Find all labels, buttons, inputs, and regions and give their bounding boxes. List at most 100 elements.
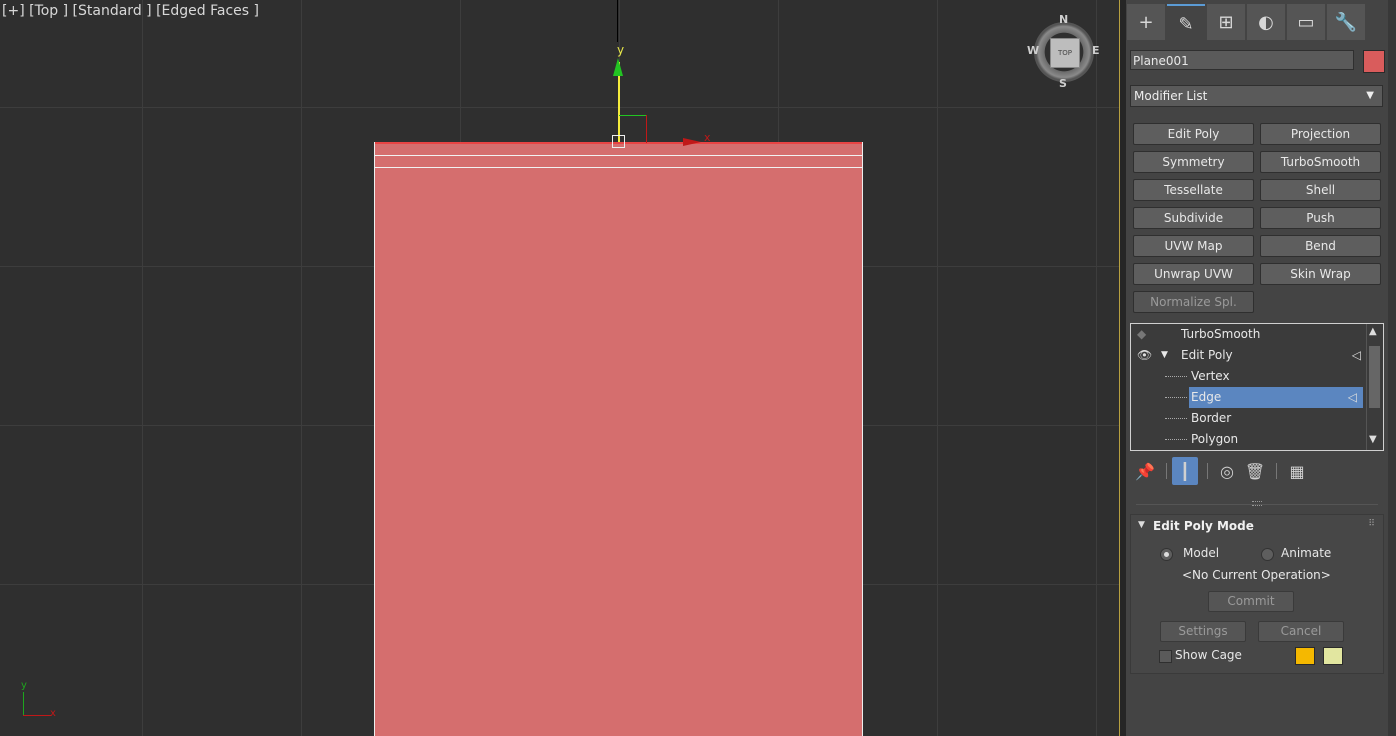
- selected-highlight: Edge ◁: [1189, 387, 1363, 408]
- cancel-button[interactable]: Cancel: [1258, 621, 1344, 642]
- settings-button[interactable]: Settings: [1160, 621, 1246, 642]
- modifier-list-dropdown[interactable]: Modifier List ▼: [1130, 85, 1383, 107]
- edge-line[interactable]: [375, 167, 862, 168]
- subdivide-button[interactable]: Subdivide: [1133, 207, 1254, 229]
- stack-toolbar: 📌 ┃ ◎ 🗑 ▦: [1130, 457, 1384, 487]
- gizmo-y-axis-line: [617, 0, 618, 42]
- tree-connector: [1165, 418, 1187, 419]
- stack-scrollbar[interactable]: ▲ ▼: [1366, 324, 1383, 450]
- push-button[interactable]: Push: [1260, 207, 1381, 229]
- modify-tab-icon[interactable]: ✎: [1167, 4, 1205, 42]
- expand-triangle-icon[interactable]: ▼: [1161, 345, 1168, 366]
- animate-radio[interactable]: [1261, 548, 1274, 561]
- tree-connector: [1165, 376, 1187, 377]
- object-name-field[interactable]: Plane001: [1130, 50, 1354, 70]
- unwrap-uvw-button[interactable]: Unwrap UVW: [1133, 263, 1254, 285]
- plane-object[interactable]: [374, 142, 863, 736]
- axis-tripod: y x: [20, 680, 60, 720]
- stack-subitem-vertex[interactable]: Vertex: [1131, 366, 1367, 387]
- viewport-label[interactable]: [+] [Top ] [Standard ] [Edged Faces ]: [2, 3, 259, 19]
- gizmo-y-label: y: [617, 43, 625, 57]
- edit-poly-button[interactable]: Edit Poly: [1133, 123, 1254, 145]
- modifier-stack[interactable]: ◆ TurboSmooth 👁 ▼ Edit Poly ◁ Vertex Edg…: [1130, 323, 1384, 451]
- move-gizmo-y-arrow[interactable]: [613, 58, 623, 76]
- stack-subitem-border[interactable]: Border: [1131, 408, 1367, 429]
- create-tab-icon[interactable]: +: [1127, 4, 1165, 40]
- utilities-tab-icon[interactable]: 🔧: [1327, 4, 1365, 40]
- tripod-y-label: y: [21, 680, 27, 691]
- show-cage-label[interactable]: Show Cage: [1175, 648, 1242, 662]
- configure-modifier-sets-icon[interactable]: ▦: [1284, 457, 1310, 485]
- compass-north: N: [1059, 13, 1069, 26]
- stack-subitem-label: Edge: [1191, 390, 1222, 404]
- panel-edge-strip: [1388, 0, 1396, 736]
- remove-modifier-icon[interactable]: 🗑: [1242, 457, 1268, 485]
- motion-tab-icon[interactable]: ◐: [1247, 4, 1285, 40]
- symmetry-button[interactable]: Symmetry: [1133, 151, 1254, 173]
- eye-icon[interactable]: 👁: [1137, 345, 1152, 366]
- active-level-marker-icon: ◁: [1347, 390, 1357, 404]
- scroll-down-icon[interactable]: ▼: [1369, 434, 1377, 445]
- tree-connector: [1165, 439, 1187, 440]
- hierarchy-tab-icon[interactable]: ⊞: [1207, 4, 1245, 40]
- stack-subitem-polygon[interactable]: Polygon: [1131, 429, 1367, 450]
- rollout-divider[interactable]: [1136, 501, 1378, 506]
- tree-connector: [1165, 397, 1187, 398]
- uvw-map-button[interactable]: UVW Map: [1133, 235, 1254, 257]
- eye-off-icon[interactable]: ◆: [1137, 324, 1146, 345]
- show-end-result-icon[interactable]: ┃: [1172, 457, 1198, 485]
- model-radio[interactable]: [1160, 548, 1173, 561]
- model-label[interactable]: Model: [1183, 546, 1219, 560]
- tripod-y-axis: [23, 692, 24, 715]
- stack-item-edit-poly[interactable]: 👁 ▼ Edit Poly ◁: [1131, 345, 1367, 366]
- animate-label[interactable]: Animate: [1281, 546, 1331, 560]
- separator: [1207, 463, 1208, 479]
- stack-subitem-edge[interactable]: Edge ◁: [1131, 387, 1367, 408]
- tessellate-button[interactable]: Tessellate: [1133, 179, 1254, 201]
- stack-item-turbosmooth[interactable]: ◆ TurboSmooth: [1131, 324, 1367, 345]
- pin-stack-icon[interactable]: 📌: [1132, 457, 1158, 485]
- separator: [1166, 463, 1167, 479]
- gizmo-x-label: x: [704, 131, 711, 144]
- display-tab-icon[interactable]: ▭: [1287, 4, 1325, 40]
- compass-south: S: [1059, 77, 1067, 90]
- edge-line[interactable]: [375, 155, 862, 156]
- skin-wrap-button[interactable]: Skin Wrap: [1260, 263, 1381, 285]
- scroll-up-icon[interactable]: ▲: [1369, 326, 1377, 337]
- dropdown-arrow-icon: ▼: [1366, 90, 1374, 101]
- scroll-thumb[interactable]: [1369, 346, 1380, 408]
- stack-subitem-label: Vertex: [1191, 369, 1230, 383]
- stack-item-label: TurboSmooth: [1181, 327, 1261, 341]
- projection-button[interactable]: Projection: [1260, 123, 1381, 145]
- collapse-triangle-icon[interactable]: ▼: [1138, 520, 1145, 530]
- tripod-x-axis: [23, 715, 51, 716]
- object-color-swatch[interactable]: [1363, 50, 1385, 73]
- move-gizmo-center[interactable]: [612, 135, 625, 148]
- viewcube-top-face[interactable]: TOP: [1050, 38, 1080, 68]
- viewcube[interactable]: TOP N S E W: [1027, 13, 1100, 90]
- rollout-grip-icon[interactable]: ⠿: [1368, 519, 1375, 529]
- command-panel: + ✎ ⊞ ◐ ▭ 🔧 Plane001 Modifier List ▼ Edi…: [1126, 0, 1388, 736]
- gizmo-plane-green-edge: [619, 115, 646, 116]
- separator: [1276, 463, 1277, 479]
- stack-item-label: Edit Poly: [1181, 348, 1233, 362]
- stack-subitem-label: Border: [1191, 411, 1232, 425]
- cage-color-swatch[interactable]: [1295, 647, 1315, 665]
- show-cage-checkbox[interactable]: [1159, 650, 1172, 663]
- rollout-title[interactable]: Edit Poly Mode: [1153, 519, 1254, 533]
- command-panel-tabs: + ✎ ⊞ ◐ ▭ 🔧: [1126, 4, 1389, 42]
- bend-button[interactable]: Bend: [1260, 235, 1381, 257]
- cage-selected-color-swatch[interactable]: [1323, 647, 1343, 665]
- normalize-spline-button[interactable]: Normalize Spl.: [1133, 291, 1254, 313]
- compass-west: W: [1027, 44, 1040, 57]
- grip-icon[interactable]: [1252, 501, 1262, 506]
- shell-button[interactable]: Shell: [1260, 179, 1381, 201]
- make-unique-icon[interactable]: ◎: [1214, 457, 1240, 485]
- viewport-top[interactable]: [+] [Top ] [Standard ] [Edged Faces ] y …: [0, 0, 1119, 736]
- modifier-list-label: Modifier List: [1134, 89, 1208, 103]
- tripod-x-label: x: [50, 708, 56, 719]
- compass-east: E: [1092, 44, 1100, 57]
- commit-button[interactable]: Commit: [1208, 591, 1294, 612]
- turbosmooth-button[interactable]: TurboSmooth: [1260, 151, 1381, 173]
- move-gizmo-x-arrow[interactable]: [683, 138, 701, 146]
